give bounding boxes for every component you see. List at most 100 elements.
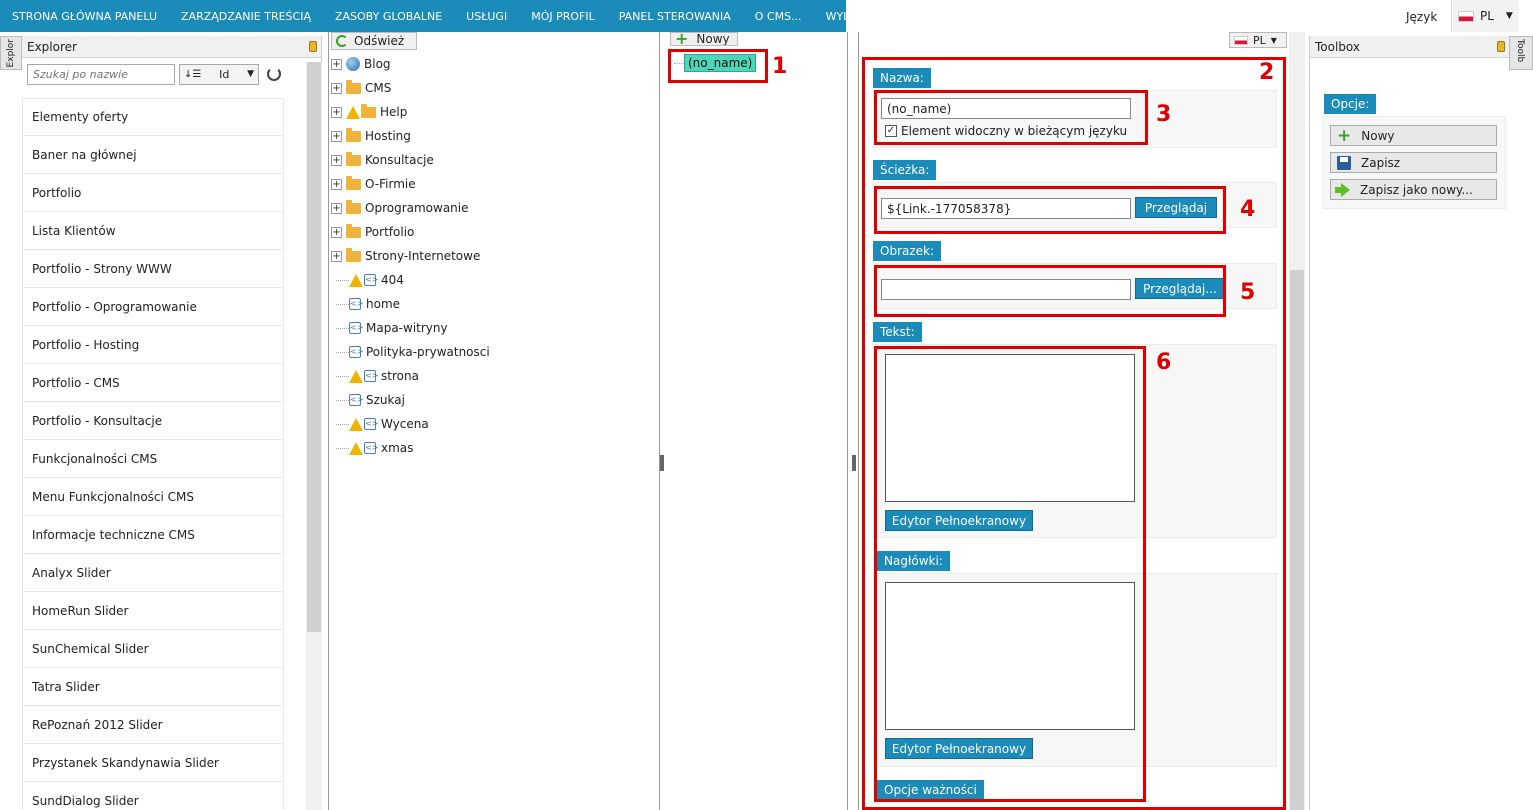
annotation-number-3: 3	[1156, 102, 1172, 127]
tree-node-label: Blog	[364, 57, 391, 71]
refresh-icon[interactable]	[267, 67, 281, 81]
sort-value: Id	[219, 67, 230, 81]
tree-node[interactable]: <> Mapa-witryny	[331, 316, 490, 340]
nav-item-home[interactable]: STRONA GŁÓWNA PANELU	[0, 10, 169, 23]
list-item[interactable]: Portfolio - Hosting	[22, 326, 284, 364]
toolbox-collapsed-tab[interactable]: Toolb	[1509, 36, 1533, 70]
explorer-scrollbar[interactable]	[306, 62, 322, 810]
annotation-box-1	[668, 49, 768, 83]
list-item[interactable]: SunChemical Slider	[22, 630, 284, 668]
annotation-number-2: 2	[1259, 60, 1275, 85]
warning-icon	[349, 369, 363, 383]
tree-node[interactable]: <> home	[331, 292, 490, 316]
tree-node[interactable]: + Portfolio	[331, 220, 490, 244]
toolbox-panel: Toolbox Opcje: + Nowy Zapisz Zapisz jako…	[1309, 36, 1509, 810]
new-item-label: Nowy	[696, 32, 730, 46]
nav-item-about[interactable]: O CMS...	[743, 10, 814, 23]
tree-node[interactable]: + CMS	[331, 76, 490, 100]
toolbox-tab-label: Toolb	[1515, 39, 1525, 63]
nav-item-content[interactable]: ZARZĄDZANIE TREŚCIĄ	[169, 10, 323, 23]
new-item-button[interactable]: + Nowy	[670, 32, 738, 46]
arrow-right-icon	[1335, 182, 1350, 197]
pin-icon[interactable]	[1497, 41, 1505, 52]
scrollbar-thumb[interactable]	[307, 62, 321, 632]
language-select[interactable]: PL ▼	[1451, 0, 1519, 32]
nav-item-control-panel[interactable]: PANEL STEROWANIA	[607, 10, 743, 23]
explorer-collapsed-tab[interactable]: Explor	[0, 36, 22, 70]
list-item[interactable]: Portfolio - Konsultacje	[22, 402, 284, 440]
sort-select[interactable]: ↓☰ Id ▼	[179, 63, 259, 85]
chevron-down-icon: ▼	[1270, 35, 1277, 45]
tree-node[interactable]: <> xmas	[331, 436, 490, 460]
tree-refresh-button[interactable]: Odśwież	[331, 32, 417, 50]
list-item[interactable]: Portfolio - Strony WWW	[22, 250, 284, 288]
page-icon: <>	[364, 442, 379, 454]
splitter-handle[interactable]	[852, 455, 856, 471]
tree-node[interactable]: + Blog	[331, 52, 490, 76]
list-item[interactable]: Analyx Slider	[22, 554, 284, 592]
nav-item-profile[interactable]: MÓJ PROFIL	[519, 10, 607, 23]
tree-connector	[336, 447, 349, 449]
list-item[interactable]: RePoznań 2012 Slider	[22, 706, 284, 744]
list-item[interactable]: SundDialog Slider	[22, 782, 284, 810]
tree-node[interactable]: + Help	[331, 100, 490, 124]
annotation-box-6	[874, 346, 1146, 802]
tree-node[interactable]: + O-Firmie	[331, 172, 490, 196]
nav-item-global-resources[interactable]: ZASOBY GLOBALNE	[323, 10, 454, 23]
expand-icon[interactable]: +	[331, 178, 342, 190]
list-item[interactable]: Elementy oferty	[22, 98, 284, 136]
warning-icon	[349, 441, 363, 455]
toolbox-save-as-new-button[interactable]: Zapisz jako nowy...	[1330, 179, 1497, 200]
expand-icon[interactable]: +	[331, 202, 342, 214]
chevron-down-icon: ▼	[247, 69, 254, 79]
tree-refresh-label: Odśwież	[354, 34, 405, 48]
list-item[interactable]: Tatra Slider	[22, 668, 284, 706]
list-item[interactable]: Funkcjonalności CMS	[22, 440, 284, 478]
list-item[interactable]: Menu Funkcjonalności CMS	[22, 478, 284, 516]
explorer-tab-label: Explor	[6, 39, 16, 68]
tree-node[interactable]: <> 404	[331, 268, 490, 292]
tree-node[interactable]: <> Polityka-prywatnosci	[331, 340, 490, 364]
scrollbar-thumb[interactable]	[1290, 270, 1304, 810]
item-list-panel: + Nowy (no_name)	[664, 32, 848, 810]
expand-icon[interactable]: +	[331, 58, 342, 70]
expand-icon[interactable]: +	[331, 250, 342, 262]
tree-node[interactable]: <> Szukaj	[331, 388, 490, 412]
tree-node-label: Wycena	[381, 417, 429, 431]
tree-node[interactable]: + Hosting	[331, 124, 490, 148]
toolbox-save-button[interactable]: Zapisz	[1330, 152, 1497, 173]
toolbox-new-label: Nowy	[1361, 128, 1395, 143]
sort-icon: ↓☰	[184, 68, 202, 80]
tree-node[interactable]: <> Wycena	[331, 412, 490, 436]
tree-connector	[336, 303, 349, 305]
folder-icon	[346, 175, 361, 190]
expand-icon[interactable]: +	[331, 130, 342, 142]
toolbox-new-button[interactable]: + Nowy	[1330, 125, 1497, 146]
list-item[interactable]: Przystanek Skandynawia Slider	[22, 744, 284, 782]
tree-node[interactable]: <> strona	[331, 364, 490, 388]
list-item[interactable]: HomeRun Slider	[22, 592, 284, 630]
folder-icon	[361, 103, 376, 118]
form-language-select[interactable]: PL ▼	[1229, 32, 1287, 48]
plus-icon: +	[675, 32, 689, 46]
list-item[interactable]: Portfolio - CMS	[22, 364, 284, 402]
expand-icon[interactable]: +	[331, 82, 342, 94]
tree-node[interactable]: + Konsultacje	[331, 148, 490, 172]
nav-item-services[interactable]: USŁUGI	[454, 10, 519, 23]
list-item[interactable]: Lista Klientów	[22, 212, 284, 250]
list-item[interactable]: Portfolio	[22, 174, 284, 212]
tree-node[interactable]: + Strony-Internetowe	[331, 244, 490, 268]
expand-icon[interactable]: +	[331, 154, 342, 166]
expand-icon[interactable]: +	[331, 226, 342, 238]
pin-icon[interactable]	[309, 41, 317, 52]
list-item[interactable]: Informacje techniczne CMS	[22, 516, 284, 554]
tree-connector	[336, 423, 349, 425]
form-scrollbar[interactable]	[1289, 32, 1305, 810]
list-item[interactable]: Portfolio - Oprogramowanie	[22, 288, 284, 326]
folder-icon	[346, 199, 361, 214]
search-input[interactable]	[27, 63, 175, 85]
tree-node[interactable]: + Oprogramowanie	[331, 196, 490, 220]
list-item[interactable]: Baner na głównej	[22, 136, 284, 174]
expand-icon[interactable]: +	[331, 106, 342, 118]
page-icon: <>	[349, 298, 364, 310]
